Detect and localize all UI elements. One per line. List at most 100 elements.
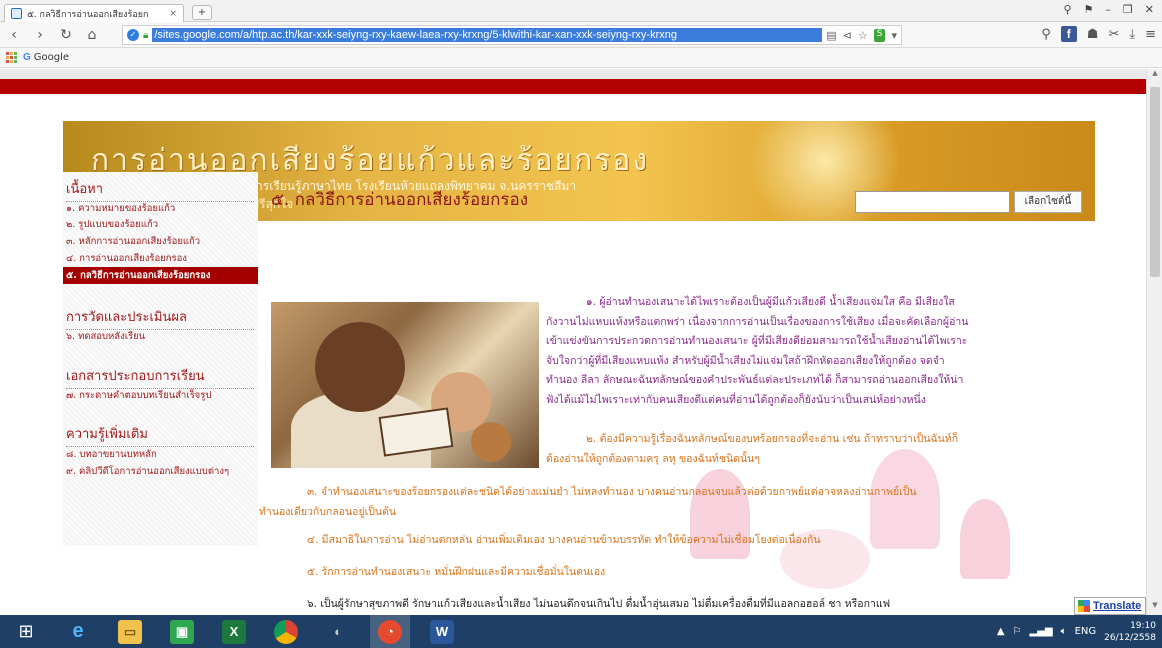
sidebar-item-post-test[interactable]: ๖. ทดสอบหลังเรียน — [66, 329, 145, 344]
extension-badge[interactable]: S — [873, 28, 886, 42]
page-title: ๕. กลวิธีการอ่านออกเสียงร้อยกรอง — [271, 190, 529, 210]
paragraph-line: ฟังได้แม้ไม่ไพเราะเท่ากับคนเสียงดีแต่คนท… — [546, 393, 926, 406]
google-translate-icon — [1078, 600, 1090, 612]
sidebar-item-verse-reading[interactable]: ๔. การอ่านออกเสียงร้อยกรอง — [66, 251, 187, 266]
page-top-strip — [0, 69, 1146, 79]
cut-icon[interactable]: ✂ — [1108, 27, 1119, 42]
search-icon[interactable]: ⚲ — [1041, 27, 1051, 42]
sidebar-section-title: เอกสารประกอบการเรียน — [66, 365, 254, 389]
sidebar-section-title: เนื้อหา — [66, 178, 254, 202]
search-icon[interactable]: ⚲ — [1063, 3, 1071, 16]
apps-grid-icon[interactable] — [6, 52, 17, 63]
forward-icon[interactable]: › — [32, 27, 48, 43]
volume-icon[interactable]: 🔈︎ — [1061, 626, 1067, 637]
photo-shape — [378, 407, 454, 457]
windows-start-icon[interactable]: ⊞ — [6, 615, 46, 648]
paragraph-line: กังวานไม่แหบแห้งหรือแตกพร่า เนื่องจากการ… — [546, 315, 969, 328]
tab-title: ๕. กลวิธีการอ่านออกเสียงร้อยก — [27, 9, 149, 20]
network-icon[interactable]: ▂▄▆ — [1029, 626, 1052, 637]
language-indicator[interactable]: ENG — [1075, 626, 1097, 637]
paragraph-4: ๔. มีสมาธิในการอ่าน ไม่อ่านตกหล่น อ่านเพ… — [307, 534, 821, 546]
sidebar-item-video-clips[interactable]: ๙. คลิปวีดีโอการอ่านออกเสียงแบบต่างๆ — [66, 464, 229, 479]
sidebar-item-prose-reading[interactable]: ๓. หลักการอ่านออกเสียงร้อยแก้ว — [66, 234, 200, 249]
sidebar-item-recitation[interactable]: ๘. บทอาขยานบทหลัก — [66, 447, 157, 462]
dropdown-icon[interactable]: ▾ — [891, 29, 897, 42]
star-icon[interactable]: ☆ — [858, 29, 868, 42]
minimize-icon[interactable]: – — [1105, 3, 1111, 16]
browser-app-icon[interactable]: ◔ — [370, 615, 410, 648]
extension-icon[interactable]: ☗ — [1087, 27, 1099, 42]
share-icon[interactable]: ⊲ — [843, 29, 852, 42]
home-icon[interactable]: ⌂ — [84, 27, 100, 43]
browser-right-tools: ⚲ f ☗ ✂ ⤓ ≡ — [1041, 26, 1156, 42]
paragraph-line: จับใจกว่าผู้ที่มีเสียงแหบแห้ง สำหรับผู้ม… — [546, 354, 945, 367]
mother-child-reading-image — [271, 302, 539, 468]
shield-icon: ✓ — [127, 29, 139, 41]
sidebar-item-answer-sheet[interactable]: ๗. กระดาษคำตอบบทเรียนสำเร็จรูป — [66, 388, 211, 403]
url-text[interactable]: /sites.google.com/a/htp.ac.th/kar-xxk-se… — [152, 28, 823, 42]
clock-time: 19:10 — [1130, 620, 1156, 631]
paragraph-6: ๖. เป็นผู้รักษาสุขภาพดี รักษาแก้วเสียงแล… — [307, 598, 891, 610]
system-tray: ▲ ⚐ ▂▄▆ 🔈︎ ENG 19:10 26/12/2558 — [997, 615, 1156, 648]
paragraph-2: ๒. ต้องมีความรู้เรื่องฉันทลักษณ์ของบทร้อ… — [546, 430, 1091, 469]
scroll-thumb[interactable] — [1150, 87, 1160, 277]
lock-icon: 🔒︎ — [143, 29, 149, 41]
pin-icon[interactable]: ⚑ — [1084, 3, 1094, 16]
google-bookmark[interactable]: G Google — [23, 52, 69, 63]
site-red-bar — [0, 79, 1146, 94]
menu-icon[interactable]: ≡ — [1145, 27, 1156, 42]
paragraph-line: ๑. ผู้อ่านทำนองเสนาะได้ไพเราะต้องเป็นผู้… — [586, 296, 955, 308]
sidebar-item-prose-forms[interactable]: ๒. รูปแบบของร้อยแก้ว — [66, 217, 158, 232]
paragraph-line: ๒. ต้องมีความรู้เรื่องฉันทลักษณ์ของบทร้อ… — [586, 433, 959, 445]
internet-explorer-icon[interactable]: e — [58, 615, 98, 648]
browser-toolbar: ‹ › ↻ ⌂ ✓ 🔒︎ /sites.google.com/a/htp.ac.… — [0, 22, 1162, 48]
reader-icon[interactable]: ▤ — [826, 29, 836, 42]
scroll-up-icon[interactable]: ▲ — [1147, 69, 1162, 83]
word-icon-label: W — [430, 619, 454, 644]
back-icon[interactable]: ‹ — [6, 27, 22, 43]
photo-shape — [315, 322, 405, 412]
chrome-icon[interactable] — [266, 615, 306, 648]
paragraph-line: ต้องอ่านให้ถูกต้องตามครุ ลหุ ของฉันท์ชนิ… — [546, 452, 760, 465]
browser-tab-bar: ๕. กลวิธีการอ่านออกเสียงร้อยก × + ⚲ ⚑ – … — [0, 0, 1162, 22]
flag-icon[interactable]: ⚐ — [1013, 626, 1022, 637]
address-bar-actions: ▤ ⊲ ☆ S ▾ — [826, 28, 897, 42]
tray-chevron-icon[interactable]: ▲ — [997, 626, 1005, 637]
clock-date: 26/12/2558 — [1104, 632, 1156, 643]
photo-shape — [471, 422, 511, 462]
sidebar-item-verse-techniques[interactable]: ๕. กลวิธีการอ่านออกเสียงร้อยกรอง — [63, 267, 258, 284]
new-tab-button[interactable]: + — [192, 5, 212, 20]
store-icon[interactable]: ▣ — [162, 615, 202, 648]
scroll-down-icon[interactable]: ▼ — [1147, 601, 1162, 615]
windows-taskbar: ⊞ e ▭ ▣ X ◐ ◔ W ▲ ⚐ ▂▄▆ 🔈︎ ENG 19:10 26/… — [0, 615, 1162, 648]
close-window-icon[interactable]: ✕ — [1145, 3, 1154, 16]
tab-close-icon[interactable]: × — [169, 9, 177, 19]
browser-tab[interactable]: ๕. กลวิธีการอ่านออกเสียงร้อยก × — [4, 4, 184, 22]
site-search-input[interactable] — [855, 191, 1010, 213]
maximize-icon[interactable]: ❐ — [1123, 3, 1133, 16]
sidebar-section-title: ความรู้เพิ่มเติม — [66, 423, 254, 447]
bookmarks-bar: G Google — [0, 48, 1162, 68]
download-icon[interactable]: ⤓ — [1129, 27, 1135, 42]
paragraph-line: ทำนอง ลีลา ลักษณะฉันทลักษณ์ของคำประพันธ์… — [546, 374, 964, 386]
page-scrollbar[interactable]: ▲ ▼ — [1146, 69, 1162, 615]
address-bar[interactable]: ✓ 🔒︎ /sites.google.com/a/htp.ac.th/kar-x… — [122, 25, 902, 45]
translate-label: Translate — [1093, 600, 1142, 612]
sidebar-item-meaning[interactable]: ๑. ความหมายของร้อยแก้ว — [66, 201, 175, 216]
window-controls: ⚲ ⚑ – ❐ ✕ — [1063, 3, 1154, 16]
reload-icon[interactable]: ↻ — [58, 27, 74, 43]
site-search-button[interactable]: เลือกไซต์นี้ — [1014, 191, 1082, 213]
google-g-icon: G — [23, 52, 31, 63]
word-icon[interactable]: W — [422, 615, 462, 648]
translate-button[interactable]: Translate — [1074, 597, 1146, 615]
paragraph-5: ๕. รักการอ่านทำนองเสนาะ หมั่นฝึกฝนและมีค… — [307, 566, 606, 578]
bookmark-label: Google — [33, 52, 70, 63]
excel-icon[interactable]: X — [214, 615, 254, 648]
page-favicon-icon — [11, 8, 22, 19]
media-player-icon[interactable]: ◐ — [318, 615, 358, 648]
paragraph-line: เข้าแข่งขันการประกวดการอ่านทำนองเสนาะ ผู… — [546, 335, 968, 347]
sidebar-section-title: การวัดและประเมินผล — [66, 306, 254, 330]
file-explorer-icon[interactable]: ▭ — [110, 615, 150, 648]
clock[interactable]: 19:10 26/12/2558 — [1104, 620, 1156, 644]
facebook-icon[interactable]: f — [1060, 26, 1077, 42]
